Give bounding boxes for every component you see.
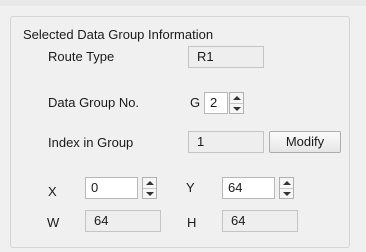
index-in-group-field: 1 (188, 131, 264, 153)
data-group-no-input[interactable]: 2 (204, 92, 228, 114)
data-group-no-spin-up[interactable] (230, 93, 243, 104)
h-field: 64 (222, 210, 298, 232)
x-input[interactable]: 0 (85, 177, 138, 199)
y-label: Y (186, 180, 195, 195)
x-label: X (48, 184, 57, 199)
top-cropped-strip (0, 0, 366, 6)
index-in-group-label: Index in Group (48, 135, 134, 150)
arrow-down-icon (283, 192, 291, 196)
data-group-no-spin-down[interactable] (230, 104, 243, 114)
route-type-field: R1 (188, 46, 264, 68)
arrow-down-icon (146, 192, 154, 196)
x-spinner[interactable] (142, 177, 157, 199)
data-group-no-spinner[interactable] (229, 92, 244, 114)
h-label: H (187, 215, 197, 230)
route-type-label: Route Type (48, 49, 115, 64)
y-spin-up[interactable] (280, 178, 293, 189)
w-label: W (47, 215, 60, 230)
y-input[interactable]: 64 (222, 177, 275, 199)
arrow-down-icon (233, 107, 241, 111)
arrow-up-icon (283, 181, 291, 185)
arrow-up-icon (233, 96, 241, 100)
data-group-no-label: Data Group No. (48, 95, 140, 110)
arrow-up-icon (146, 181, 154, 185)
groupbox-title: Selected Data Group Information (21, 27, 216, 43)
w-field: 64 (85, 210, 161, 232)
x-spin-up[interactable] (143, 178, 156, 189)
data-group-prefix: G (190, 95, 201, 110)
x-spin-down[interactable] (143, 189, 156, 199)
y-spinner[interactable] (279, 177, 294, 199)
y-spin-down[interactable] (280, 189, 293, 199)
modify-button[interactable]: Modify (269, 131, 341, 153)
